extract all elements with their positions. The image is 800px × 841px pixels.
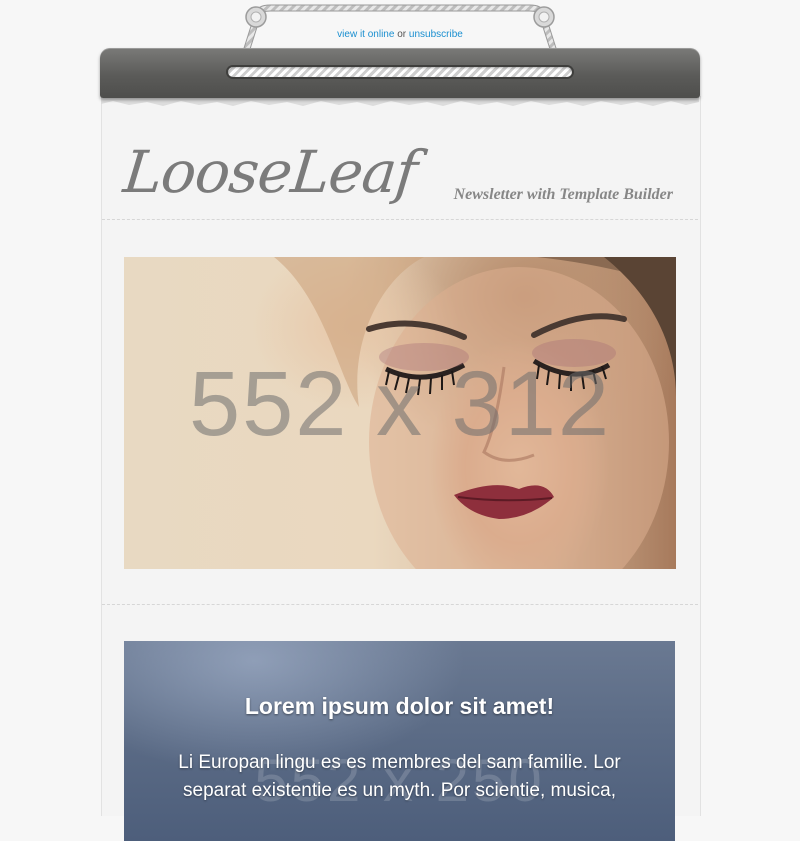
binder-clip [100,48,700,98]
unsubscribe-link[interactable]: unsubscribe [409,29,463,40]
header-links: view it online or unsubscribe [0,29,800,40]
view-online-link[interactable]: view it online [337,29,394,40]
card-title: Lorem ipsum dolor sit amet! [244,693,555,719]
header-divider [102,219,698,220]
hero-image[interactable]: 552 x 312 [124,257,676,569]
section-divider [102,604,698,605]
link-separator: or [397,29,407,40]
brand-logo[interactable]: LooseLeaf [120,138,419,206]
binder-slot [228,67,572,77]
brand-tagline: Newsletter with Template Builder [453,186,673,203]
card-body-text: Li Europan lingu es es membres del sam f… [178,752,621,801]
torn-paper-edge [101,96,699,106]
feature-card: 552 x 250 Lorem ipsum dolor sit amet! Li… [124,641,675,841]
hero-placeholder-label: 552 x 312 [188,353,612,455]
